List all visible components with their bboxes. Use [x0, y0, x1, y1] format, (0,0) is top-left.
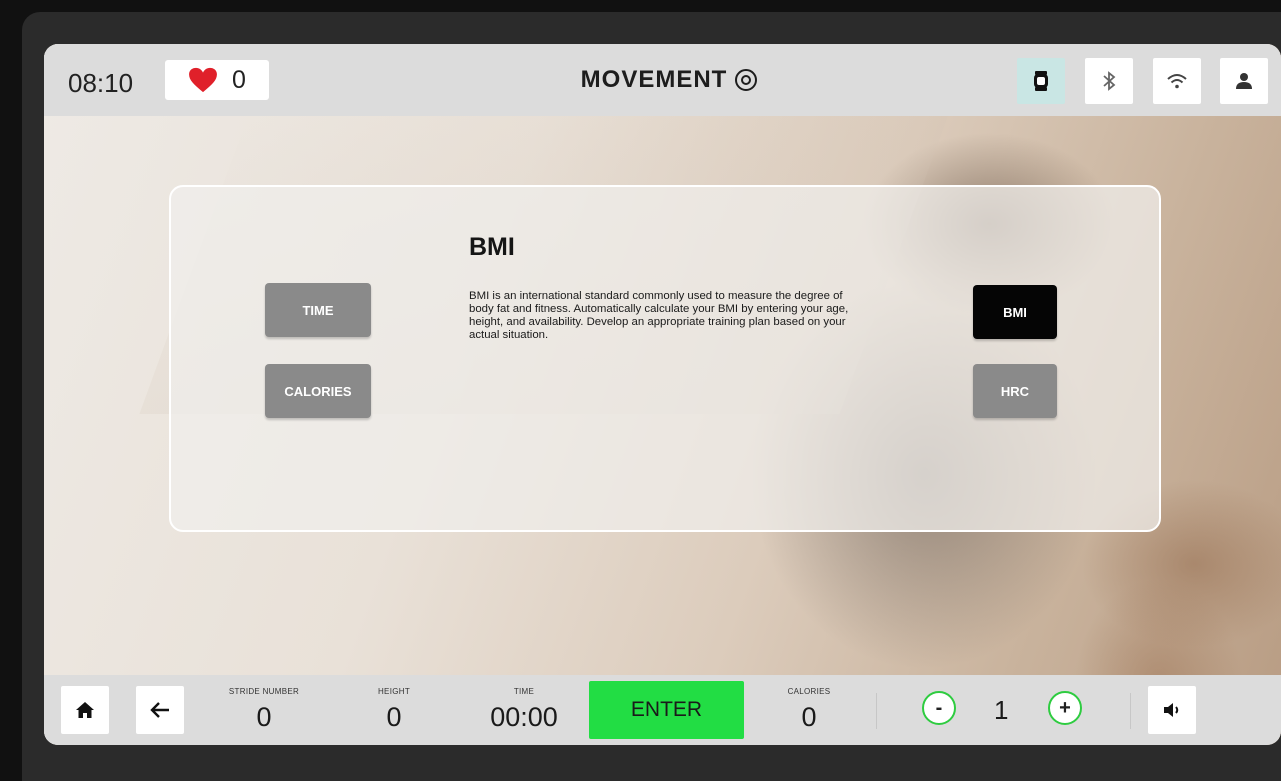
home-button[interactable]	[61, 686, 109, 734]
level-value: 1	[994, 695, 1009, 725]
calories-value: 0	[801, 702, 817, 732]
time-stat: TIME 00:00	[474, 687, 574, 733]
calories-stat: CALORIES 0	[759, 687, 859, 733]
time-mode-button[interactable]: TIME	[265, 283, 371, 337]
status-bar: 08:10 0 MOVEMENT	[44, 44, 1281, 116]
calories-mode-button[interactable]: CALORIES	[265, 364, 371, 418]
stride-number-stat: STRIDE NUMBER 0	[214, 687, 314, 733]
arrow-left-icon	[150, 702, 169, 718]
stride-number-value: 0	[256, 702, 272, 732]
bottom-control-bar: STRIDE NUMBER 0 HEIGHT 0 TIME 00:00 ENTE…	[44, 675, 1281, 745]
heart-rate-display: 0	[165, 60, 269, 100]
bmi-mode-button[interactable]: BMI	[973, 285, 1057, 339]
brand-mark-icon	[735, 69, 758, 91]
height-value: 0	[386, 702, 402, 732]
clock: 08:10	[68, 68, 134, 98]
stride-number-label: STRIDE NUMBER	[228, 687, 300, 696]
decrease-level-button[interactable]: -	[922, 691, 956, 725]
enter-button[interactable]: ENTER	[589, 681, 744, 739]
heart-rate-value: 0	[232, 65, 246, 94]
back-button[interactable]	[136, 686, 184, 734]
brand-logo: MOVEMENT	[564, 66, 774, 94]
panel-title: BMI	[469, 233, 515, 261]
console-screen: 08:10 0 MOVEMENT TIME CALORIES BMI BMI i…	[44, 44, 1281, 745]
home-icon	[76, 702, 94, 718]
panel-description: BMI is an international standard commonl…	[469, 290, 849, 341]
time-value: 00:00	[490, 702, 558, 732]
divider	[1130, 693, 1131, 729]
calories-label: CALORIES	[787, 687, 831, 696]
bluetooth-button[interactable]	[1085, 58, 1133, 104]
brand-name: MOVEMENT	[580, 66, 728, 93]
hrc-mode-button[interactable]: HRC	[973, 364, 1057, 418]
height-label: HEIGHT	[377, 687, 411, 696]
wifi-icon	[1167, 74, 1187, 89]
divider	[876, 693, 877, 729]
user-icon	[1236, 73, 1252, 89]
height-stat: HEIGHT 0	[344, 687, 444, 733]
bluetooth-icon	[1103, 71, 1116, 91]
heart-icon	[189, 67, 217, 93]
time-label: TIME	[513, 687, 535, 696]
speaker-icon	[1164, 703, 1179, 717]
user-button[interactable]	[1220, 58, 1268, 104]
volume-button[interactable]	[1148, 686, 1196, 734]
mode-info-panel: TIME CALORIES BMI BMI is an internationa…	[169, 185, 1161, 532]
watch-icon	[1034, 71, 1048, 91]
watch-button[interactable]	[1017, 58, 1065, 104]
increase-level-button[interactable]: +	[1048, 691, 1082, 725]
wifi-button[interactable]	[1153, 58, 1201, 104]
